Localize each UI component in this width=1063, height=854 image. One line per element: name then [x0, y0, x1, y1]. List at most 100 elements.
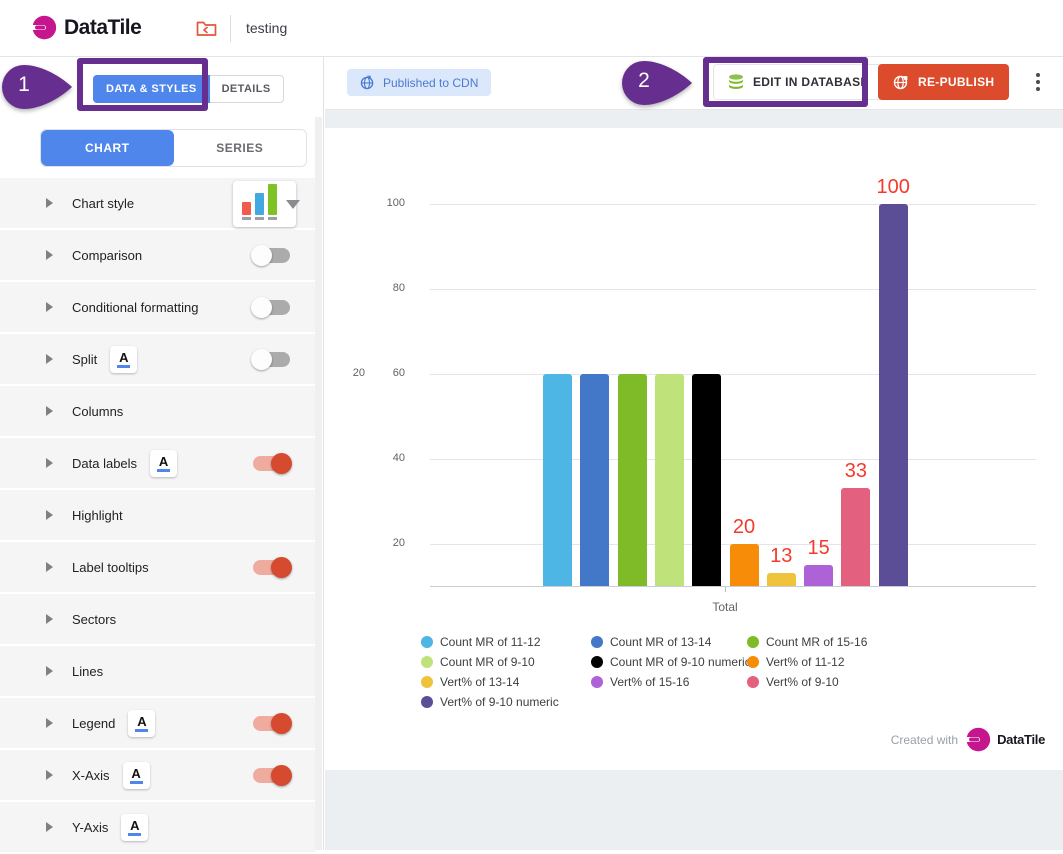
accordion-row-comparison[interactable]: Comparison	[0, 230, 316, 282]
toggle-on[interactable]	[253, 716, 290, 731]
chart-series-tabs: CHART SERIES	[40, 129, 307, 167]
accordion-row-sectors[interactable]: Sectors	[0, 594, 316, 646]
legend-item[interactable]: Vert% of 11-12	[747, 655, 867, 669]
toggle-off[interactable]	[253, 300, 290, 315]
accordion-row-chart-style[interactable]: Chart style	[0, 178, 316, 230]
datatile-footer-logo-icon	[964, 726, 991, 753]
accordion-row-label: Lines	[72, 664, 103, 679]
expand-caret-icon[interactable]	[46, 250, 53, 260]
toggle-on[interactable]	[253, 456, 290, 471]
font-style-icon[interactable]: A	[128, 710, 155, 737]
expand-caret-icon[interactable]	[46, 406, 53, 416]
toggle-on[interactable]	[253, 560, 290, 575]
font-style-icon[interactable]: A	[150, 450, 177, 477]
bar-count-mr-of-9-10[interactable]	[655, 374, 684, 586]
legend-item[interactable]: Vert% of 9-10 numeric	[421, 695, 591, 709]
accordion-row-split[interactable]: SplitA	[0, 334, 316, 386]
expand-caret-icon[interactable]	[46, 562, 53, 572]
legend-label: Vert% of 9-10 numeric	[440, 695, 559, 709]
folder-back-icon[interactable]	[196, 19, 217, 37]
more-options-kebab-menu[interactable]	[1022, 66, 1054, 98]
settings-accordion: Chart styleComparison Conditional formatt…	[0, 178, 316, 854]
legend-marker-icon	[747, 636, 759, 648]
database-icon	[728, 74, 744, 91]
legend-item[interactable]: Vert% of 15-16	[591, 675, 747, 689]
app-header: DataTile testing	[0, 0, 1063, 57]
y-axis-tick-label: 40	[371, 452, 405, 464]
expand-caret-icon[interactable]	[46, 614, 53, 624]
y-axis-tick-label: 100	[371, 197, 405, 209]
app-logo[interactable]: DataTile	[30, 14, 141, 41]
legend-item[interactable]: Count MR of 11-12	[421, 635, 591, 649]
legend-marker-icon	[421, 696, 433, 708]
expand-caret-icon[interactable]	[46, 510, 53, 520]
created-with-attribution[interactable]: Created with DataTile	[891, 726, 1045, 753]
font-style-icon[interactable]: A	[123, 762, 150, 789]
bar-vert-of-9-10[interactable]	[841, 488, 870, 586]
legend-item[interactable]: Vert% of 9-10	[747, 675, 867, 689]
legend-marker-icon	[591, 636, 603, 648]
accordion-row-highlight[interactable]: Highlight	[0, 490, 316, 542]
accordion-row-label: X-Axis	[72, 768, 110, 783]
legend-item[interactable]: Count MR of 13-14	[591, 635, 747, 649]
toggle-off[interactable]	[253, 248, 290, 263]
accordion-row-label: Conditional formatting	[72, 300, 198, 315]
bar-count-mr-of-11-12[interactable]	[543, 374, 572, 586]
re-publish-button[interactable]: RE-PUBLISH	[878, 64, 1009, 100]
accordion-row-x-axis[interactable]: X-Axis A	[0, 750, 316, 802]
edit-in-database-button[interactable]: EDIT IN DATABASE	[713, 64, 884, 100]
bar-count-mr-of-13-14[interactable]	[580, 374, 609, 586]
font-style-icon[interactable]: A	[121, 814, 148, 841]
expand-caret-icon[interactable]	[46, 770, 53, 780]
sidebar-scrollbar[interactable]	[315, 117, 322, 850]
tab-data-styles[interactable]: DATA & STYLES	[93, 75, 210, 103]
tab-series[interactable]: SERIES	[174, 130, 307, 166]
legend-marker-icon	[421, 636, 433, 648]
legend-marker-icon	[591, 656, 603, 668]
footer-brand-name: DataTile	[997, 732, 1045, 747]
expand-caret-icon[interactable]	[46, 302, 53, 312]
chart-style-picker[interactable]	[233, 181, 296, 227]
accordion-row-y-axis[interactable]: Y-AxisA	[0, 802, 316, 854]
bar-vert-of-15-16[interactable]	[804, 565, 833, 586]
expand-caret-icon[interactable]	[46, 822, 53, 832]
accordion-row-columns[interactable]: Columns	[0, 386, 316, 438]
tab-chart[interactable]: CHART	[41, 130, 174, 166]
legend-label: Count MR of 9-10 numeric	[610, 655, 751, 669]
toggle-off[interactable]	[253, 352, 290, 367]
re-publish-label: RE-PUBLISH	[918, 75, 994, 89]
legend-item[interactable]: Count MR of 15-16	[747, 635, 867, 649]
expand-caret-icon[interactable]	[46, 458, 53, 468]
chart-card: 100806040202020131533100Total Count MR o…	[325, 128, 1063, 770]
expand-caret-icon[interactable]	[46, 666, 53, 676]
expand-caret-icon[interactable]	[46, 718, 53, 728]
secondary-y-axis-tick-label: 20	[331, 367, 365, 379]
tab-details[interactable]: DETAILS	[210, 75, 284, 103]
accordion-row-legend[interactable]: Legend A	[0, 698, 316, 750]
y-axis-tick-label: 20	[371, 537, 405, 549]
toggle-on[interactable]	[253, 768, 290, 783]
data-label: 33	[845, 460, 867, 483]
legend-item[interactable]: Count MR of 9-10 numeric	[591, 655, 747, 669]
bar-vert-of-9-10-numeric[interactable]	[879, 204, 908, 586]
accordion-row-label-tooltips[interactable]: Label tooltips	[0, 542, 316, 594]
legend-label: Vert% of 15-16	[610, 675, 689, 689]
legend-label: Count MR of 13-14	[610, 635, 711, 649]
font-style-icon[interactable]: A	[110, 346, 137, 373]
accordion-row-conditional-formatting[interactable]: Conditional formatting	[0, 282, 316, 334]
legend-marker-icon	[421, 676, 433, 688]
bar-count-mr-of-9-10-numeric[interactable]	[692, 374, 721, 586]
breadcrumb[interactable]: testing	[246, 20, 287, 36]
expand-caret-icon[interactable]	[46, 354, 53, 364]
accordion-row-lines[interactable]: Lines	[0, 646, 316, 698]
accordion-row-label: Legend	[72, 716, 115, 731]
accordion-row-data-labels[interactable]: Data labelsA	[0, 438, 316, 490]
expand-caret-icon[interactable]	[46, 198, 53, 208]
plot-area: 100806040202020131533100Total	[430, 128, 1036, 586]
legend-item[interactable]: Vert% of 13-14	[421, 675, 591, 689]
bar-vert-of-13-14[interactable]	[767, 573, 796, 586]
bar-vert-of-11-12[interactable]	[730, 544, 759, 586]
bar-count-mr-of-15-16[interactable]	[618, 374, 647, 586]
legend-item[interactable]: Count MR of 9-10	[421, 655, 591, 669]
accordion-row-label: Label tooltips	[72, 560, 149, 575]
